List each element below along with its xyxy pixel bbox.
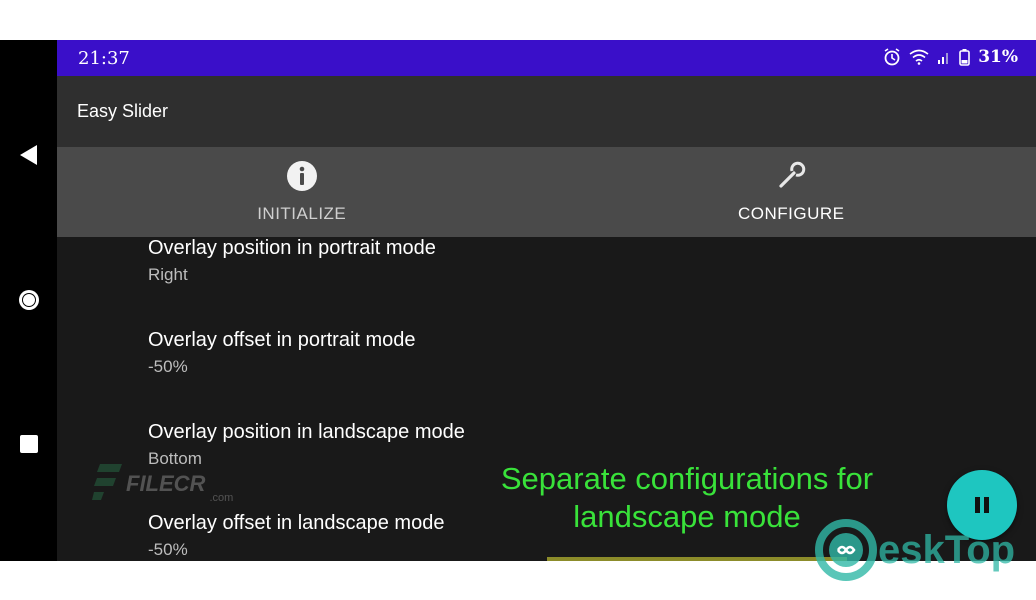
wifi-icon [909,49,929,65]
wrench-icon [774,159,808,193]
setting-landscape-offset[interactable]: Overlay offset in landscape mode -50% [148,512,444,560]
setting-title: Overlay position in portrait mode [148,237,436,259]
filecr-logo-icon [92,464,122,500]
tab-configure-label: CONFIGURE [738,204,845,223]
info-icon [285,159,319,193]
desktop-watermark-text: eskTop [878,527,1016,572]
system-navigation-bar [0,40,57,561]
caption-underline [547,557,847,561]
phone-screen: 21:37 31% Easy Slider INITIALIZE CONFIGU… [57,40,1036,561]
tab-initialize[interactable]: INITIALIZE [57,147,547,237]
setting-title: Overlay position in landscape mode [148,421,465,443]
tab-configure[interactable]: CONFIGURE [547,147,1036,237]
setting-portrait-position[interactable]: Overlay position in portrait mode Right [148,237,436,285]
status-bar: 21:37 31% [57,40,1036,76]
filecr-watermark-text: FILECR [126,471,206,496]
setting-title: Overlay offset in portrait mode [148,329,416,351]
home-icon [18,290,39,310]
tab-bar: INITIALIZE CONFIGURE [57,147,1036,237]
signal-icon [938,53,949,64]
battery-icon [959,48,970,66]
setting-value: Right [148,265,188,284]
alarm-icon [884,48,900,66]
app-title: Easy Slider [77,101,169,121]
desktop-watermark: eskTop [814,518,1015,582]
status-time: 21:37 [78,48,130,69]
setting-title: Overlay offset in landscape mode [148,512,445,534]
recents-button[interactable] [0,424,57,464]
back-button[interactable] [0,135,57,175]
filecr-watermark-sub: .com [209,492,234,504]
pause-icon [975,497,989,513]
desktop-logo-icon [815,519,877,581]
setting-landscape-position[interactable]: Overlay position in landscape mode Botto… [148,421,465,469]
setting-value: -50% [148,357,188,376]
setting-portrait-offset[interactable]: Overlay offset in portrait mode -50% [148,329,416,377]
setting-value: -50% [148,540,188,559]
tab-initialize-label: INITIALIZE [257,204,347,223]
filecr-watermark: FILECR .com [92,464,233,504]
app-bar: Easy Slider [57,76,1036,147]
home-button[interactable] [0,280,57,320]
status-icons: 31% [883,47,1018,67]
back-icon [19,145,37,165]
caption-line-1: Separate configurations for [500,461,874,496]
battery-percent: 31% [978,47,1018,67]
recents-icon [19,435,38,453]
